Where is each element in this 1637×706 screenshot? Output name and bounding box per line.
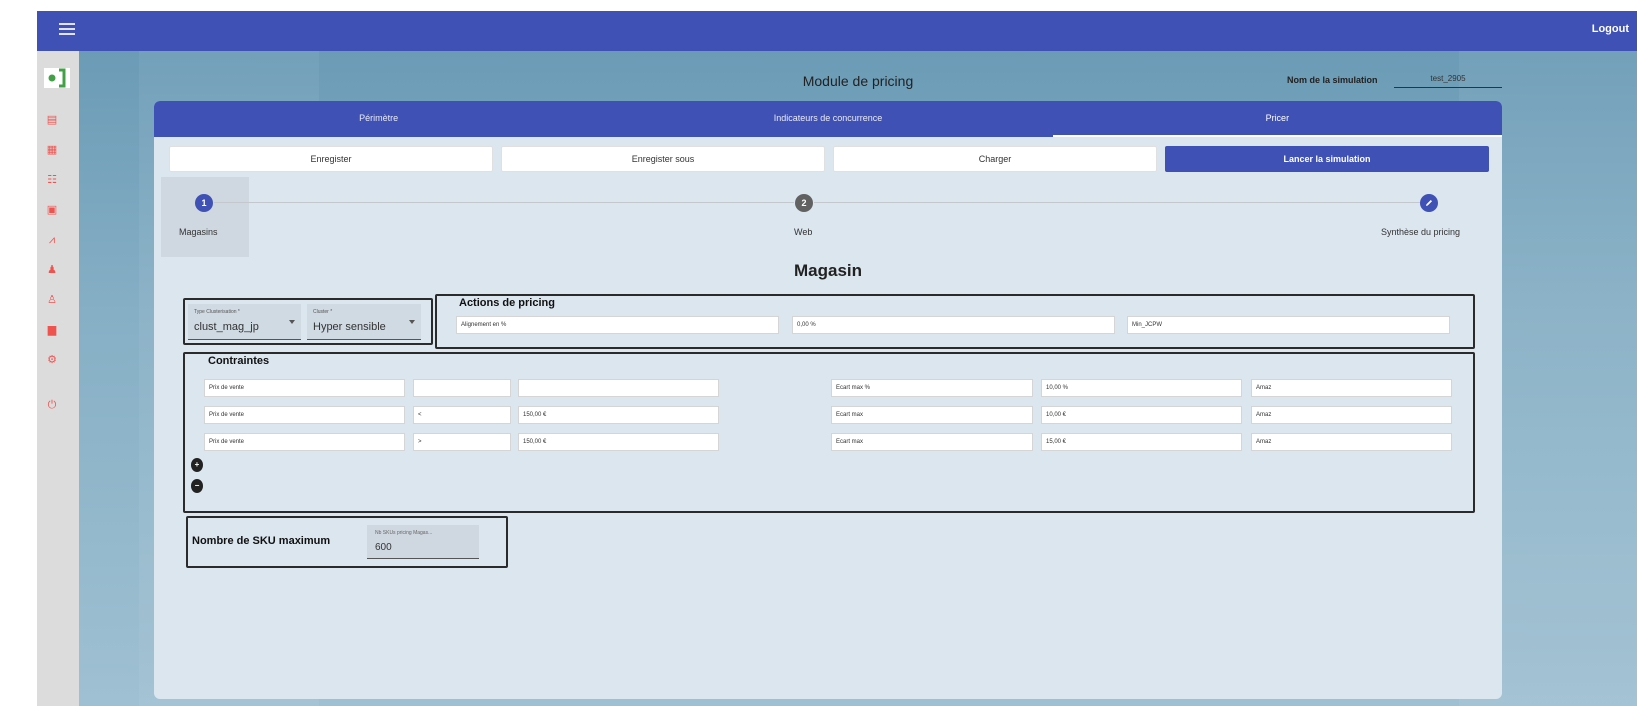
pencil-icon bbox=[1426, 200, 1432, 206]
stepper: 1 Magasins 2 Web Synthèse du pricing bbox=[154, 177, 1502, 257]
alignment-type-field[interactable]: Alignement en % bbox=[456, 316, 779, 334]
caret-down-icon bbox=[409, 320, 415, 324]
constraint-gap-value-field[interactable]: 15,00 € bbox=[1041, 433, 1242, 451]
power-icon[interactable]: ⏻ bbox=[44, 398, 60, 412]
step-1-label[interactable]: Magasins bbox=[179, 227, 218, 237]
tab-perimetre[interactable]: Périmètre bbox=[154, 101, 603, 137]
pricing-actions-group: Actions de pricing Alignement en % 0,00 … bbox=[435, 294, 1475, 349]
run-simulation-button[interactable]: Lancer la simulation bbox=[1165, 146, 1489, 172]
pricing-actions-title: Actions de pricing bbox=[459, 297, 555, 309]
remove-constraint-button[interactable]: − bbox=[191, 479, 203, 493]
document-icon[interactable]: ▆ bbox=[44, 323, 60, 337]
pricing-card: Périmètre Indicateurs de concurrence Pri… bbox=[154, 101, 1502, 699]
step-1-indicator[interactable]: 1 bbox=[195, 194, 213, 212]
constraint-attribute-field[interactable]: Prix de vente bbox=[204, 379, 405, 397]
cluster-select[interactable]: Cluster * Hyper sensible bbox=[307, 304, 421, 340]
constraint-threshold-field[interactable]: 150,00 € bbox=[518, 406, 719, 424]
list-icon[interactable]: ▤ bbox=[44, 113, 60, 127]
calculator-icon[interactable]: ▣ bbox=[44, 203, 60, 217]
max-sku-title: Nombre de SKU maximum bbox=[192, 535, 331, 547]
simulation-name-input[interactable] bbox=[1394, 70, 1502, 88]
max-sku-input[interactable]: Nb SKUs pricing Magas... 600 bbox=[367, 525, 479, 559]
user-upload-icon[interactable]: ♙ bbox=[44, 293, 60, 307]
constraint-threshold-field[interactable]: 150,00 € bbox=[518, 433, 719, 451]
constraint-gap-value-field[interactable]: 10,00 % bbox=[1041, 379, 1242, 397]
chart-icon[interactable]: ⩘ bbox=[44, 233, 60, 247]
constraint-gap-type-field[interactable]: Ecart max bbox=[831, 433, 1033, 451]
step-2-indicator[interactable]: 2 bbox=[795, 194, 813, 212]
top-bar: Logout bbox=[37, 11, 1637, 51]
constraint-operator-field[interactable]: > bbox=[413, 433, 511, 451]
alignment-value-field[interactable]: 0,00 % bbox=[792, 316, 1115, 334]
constraint-operator-field[interactable] bbox=[413, 379, 511, 397]
tab-indicateurs-concurrence[interactable]: Indicateurs de concurrence bbox=[603, 101, 1052, 137]
step-connector bbox=[214, 202, 794, 203]
simulation-name-label: Nom de la simulation bbox=[1287, 75, 1378, 85]
section-title: Magasin bbox=[793, 261, 863, 280]
action-bar: Enregister Enregister sous Charger Lance… bbox=[169, 146, 1489, 172]
constraint-threshold-field[interactable] bbox=[518, 379, 719, 397]
constraints-group: Contraintes Prix de vente Ecart max % 10… bbox=[183, 352, 1475, 513]
step-2-label[interactable]: Web bbox=[794, 227, 812, 237]
app-window: Logout ▤ ▦ ☷ ▣ ⩘ ♟ ♙ ▆ ⚙ ⏻ Module de pri… bbox=[37, 11, 1637, 706]
save-button[interactable]: Enregister bbox=[169, 146, 493, 172]
caret-down-icon bbox=[289, 320, 295, 324]
constraint-attribute-field[interactable]: Prix de vente bbox=[204, 433, 405, 451]
menu-icon[interactable] bbox=[59, 23, 75, 37]
constraint-competitor-field[interactable]: Amaz bbox=[1251, 406, 1452, 424]
max-sku-field-label: Nb SKUs pricing Magas... bbox=[375, 530, 433, 536]
constraint-gap-type-field[interactable]: Ecart max % bbox=[831, 379, 1033, 397]
constraint-gap-value-field[interactable]: 10,00 € bbox=[1041, 406, 1242, 424]
app-logo bbox=[44, 68, 70, 88]
tab-bar: Périmètre Indicateurs de concurrence Pri… bbox=[154, 101, 1502, 137]
cluster-label: Cluster * bbox=[313, 309, 333, 315]
add-constraint-button[interactable]: + bbox=[191, 458, 203, 472]
users-icon[interactable]: ♟ bbox=[44, 263, 60, 277]
step-connector bbox=[814, 202, 1424, 203]
table-icon[interactable]: ☷ bbox=[44, 173, 60, 187]
cluster-value: Hyper sensible bbox=[313, 321, 386, 333]
max-sku-field-value: 600 bbox=[375, 542, 392, 553]
constraint-attribute-field[interactable]: Prix de vente bbox=[204, 406, 405, 424]
step-3-label[interactable]: Synthèse du pricing bbox=[1381, 227, 1460, 237]
constraint-gap-type-field[interactable]: Ecart max bbox=[831, 406, 1033, 424]
constraints-title: Contraintes bbox=[208, 355, 270, 367]
settings-icon[interactable]: ⚙ bbox=[44, 353, 60, 367]
dashboard-icon[interactable]: ▦ bbox=[44, 143, 60, 157]
max-sku-group: Nombre de SKU maximum Nb SKUs pricing Ma… bbox=[186, 516, 508, 568]
step-3-indicator[interactable] bbox=[1420, 194, 1438, 212]
clusterisation-type-value: clust_mag_jp bbox=[194, 321, 259, 333]
clusterisation-type-select[interactable]: Type Clusterisation * clust_mag_jp bbox=[188, 304, 301, 340]
sidebar: ▤ ▦ ☷ ▣ ⩘ ♟ ♙ ▆ ⚙ ⏻ bbox=[37, 51, 79, 706]
logout-button[interactable]: Logout bbox=[1592, 23, 1629, 35]
main-area: Module de pricing Nom de la simulation P… bbox=[79, 51, 1637, 706]
load-button[interactable]: Charger bbox=[833, 146, 1157, 172]
cluster-selection-group: Type Clusterisation * clust_mag_jp Clust… bbox=[183, 298, 433, 345]
step-highlight bbox=[161, 177, 249, 257]
constraint-operator-field[interactable]: < bbox=[413, 406, 511, 424]
save-as-button[interactable]: Enregister sous bbox=[501, 146, 825, 172]
constraint-competitor-field[interactable]: Amaz bbox=[1251, 379, 1452, 397]
alignment-reference-field[interactable]: Min_JCPW bbox=[1127, 316, 1450, 334]
tab-pricer[interactable]: Pricer bbox=[1052, 101, 1502, 137]
constraint-competitor-field[interactable]: Amaz bbox=[1251, 433, 1452, 451]
clusterisation-type-label: Type Clusterisation * bbox=[194, 309, 240, 315]
